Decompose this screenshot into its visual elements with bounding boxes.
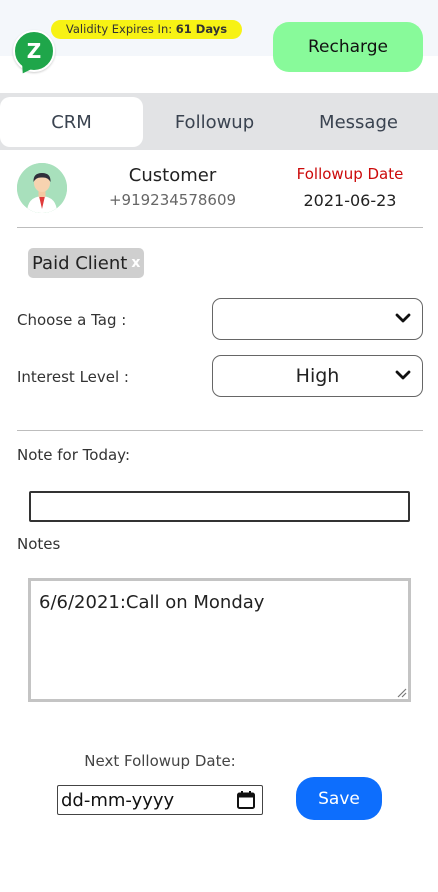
validity-badge: Validity Expires In: 61 Days: [51, 20, 242, 39]
next-followup-date-input[interactable]: dd-mm-yyyy: [57, 785, 263, 815]
customer-avatar: [17, 163, 67, 213]
resize-handle-icon[interactable]: [395, 686, 407, 698]
tab-message[interactable]: Message: [286, 97, 431, 147]
divider: [17, 227, 423, 228]
save-button[interactable]: Save: [296, 777, 382, 820]
chevron-down-icon: [395, 313, 411, 323]
divider: [17, 430, 423, 431]
recharge-button[interactable]: Recharge: [273, 22, 423, 72]
date-placeholder: dd-mm-yyyy: [61, 789, 175, 811]
app-logo: Z: [13, 30, 55, 77]
choose-tag-select[interactable]: [212, 298, 423, 340]
interest-level-value: High: [295, 365, 340, 387]
tag-chip: Paid Client x: [28, 248, 145, 278]
customer-phone: +919234578609: [108, 191, 237, 209]
next-followup-label: Next Followup Date:: [84, 752, 236, 770]
followup-date-value: 2021-06-23: [303, 191, 397, 210]
tag-remove-icon[interactable]: x: [131, 255, 140, 271]
note-today-input[interactable]: [29, 491, 410, 522]
notes-textarea[interactable]: 6/6/2021:Call on Monday: [28, 578, 411, 702]
choose-tag-label: Choose a Tag :: [17, 311, 127, 329]
note-today-label: Note for Today:: [17, 446, 131, 464]
tab-followup[interactable]: Followup: [143, 97, 286, 147]
interest-level-label: Interest Level :: [17, 368, 129, 386]
notes-label: Notes: [17, 535, 61, 553]
logo-tail: [17, 62, 33, 77]
notes-text: 6/6/2021:Call on Monday: [39, 592, 265, 613]
followup-date-label: Followup Date: [296, 165, 404, 183]
validity-prefix: Validity Expires In:: [65, 22, 173, 36]
logo-letter: Z: [26, 39, 42, 63]
customer-name: Customer: [128, 165, 217, 186]
chevron-down-icon: [395, 370, 411, 380]
calendar-icon[interactable]: [236, 790, 256, 810]
tag-chip-label: Paid Client: [32, 252, 128, 274]
tab-crm[interactable]: CRM: [0, 97, 143, 147]
tab-bar: CRM Followup Message: [0, 93, 438, 150]
validity-days: 61 Days: [175, 22, 228, 36]
user-avatar-icon: [17, 163, 67, 213]
interest-level-select[interactable]: High: [212, 355, 423, 397]
